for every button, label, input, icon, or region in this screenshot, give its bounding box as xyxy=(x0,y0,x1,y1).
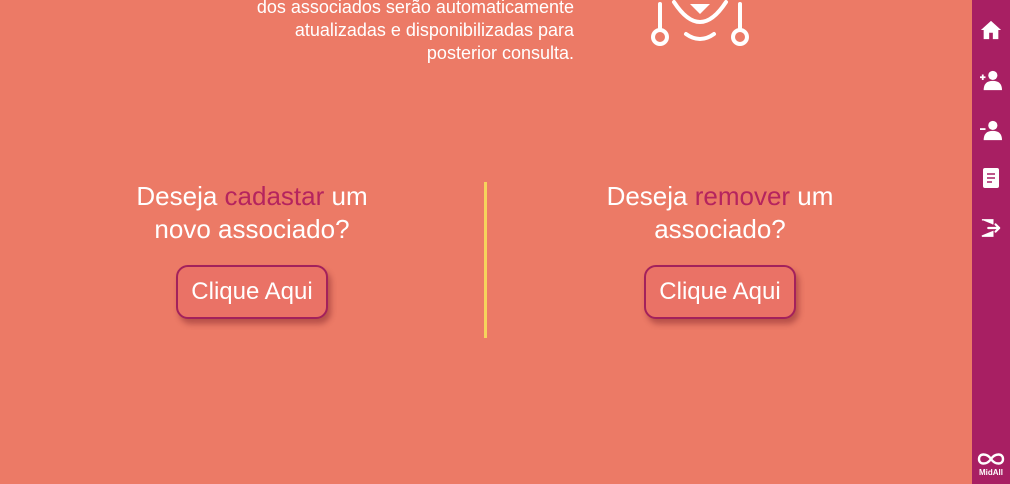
register-panel: Deseja cadastar um novo associado? Cliqu… xyxy=(82,180,422,319)
sidebar: MidAll xyxy=(972,0,1010,484)
add-user-icon xyxy=(980,70,1002,91)
sidebar-item-home[interactable] xyxy=(977,16,1005,44)
register-question-line1: Deseja cadastar um xyxy=(82,180,422,213)
intro-line: dos associados serão automaticamente xyxy=(256,0,574,17)
register-highlight: cadastar xyxy=(224,181,325,211)
sidebar-item-remove-user[interactable] xyxy=(977,116,1005,144)
register-button[interactable]: Clique Aqui xyxy=(176,265,328,319)
divider xyxy=(484,182,487,338)
logo-text: MidAll xyxy=(979,468,1003,477)
remove-question-line1: Deseja remover um xyxy=(550,180,890,213)
sidebar-item-logout[interactable] xyxy=(977,214,1005,242)
home-icon xyxy=(980,20,1002,40)
remove-question: Deseja remover um associado? xyxy=(550,180,890,246)
robot-icon xyxy=(651,0,749,46)
register-question: Deseja cadastar um novo associado? xyxy=(82,180,422,246)
document-icon xyxy=(983,168,999,188)
remove-button[interactable]: Clique Aqui xyxy=(644,265,796,319)
remove-user-icon xyxy=(980,120,1002,141)
question-prefix: Deseja xyxy=(136,181,225,211)
infinity-icon xyxy=(977,453,1005,465)
question-prefix: Deseja xyxy=(606,181,695,211)
question-suffix: um xyxy=(790,181,834,211)
sidebar-item-add-user[interactable] xyxy=(977,66,1005,94)
intro-line: posterior consulta. xyxy=(426,43,574,63)
question-suffix: um xyxy=(324,181,368,211)
remove-panel: Deseja remover um associado? Clique Aqui xyxy=(550,180,890,319)
remove-question-line2: associado? xyxy=(654,214,786,244)
midall-logo: MidAll xyxy=(974,452,1008,477)
intro-text: dos associados serão automaticamente atu… xyxy=(154,0,574,65)
register-question-line2: novo associado? xyxy=(154,214,350,244)
main-content: dos associados serão automaticamente atu… xyxy=(0,0,972,484)
sidebar-item-document[interactable] xyxy=(977,164,1005,192)
logout-icon xyxy=(981,219,1001,237)
intro-line: atualizadas e disponibilizadas para xyxy=(294,20,574,40)
remove-highlight: remover xyxy=(694,181,791,211)
